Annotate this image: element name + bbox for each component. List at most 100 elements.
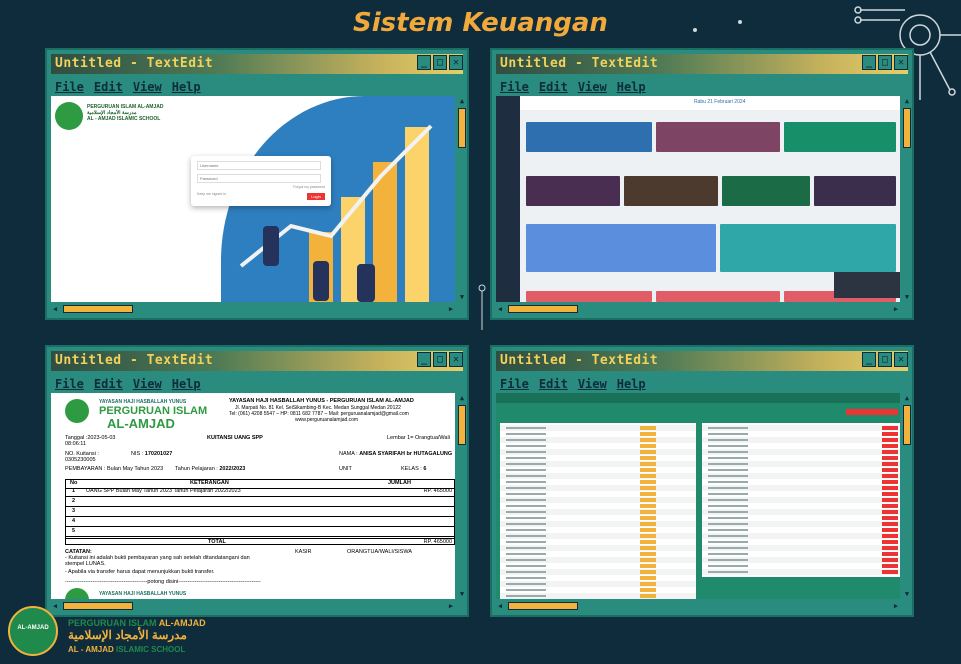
- horizontal-scrollbar[interactable]: ◀ ▶: [496, 601, 900, 611]
- row-no: 5: [72, 528, 76, 534]
- title-bar[interactable]: Untitled - TextEdit _ □ ✕: [51, 351, 463, 371]
- close-button[interactable]: ✕: [449, 352, 463, 367]
- receipt-payment: PEMBAYARAN : Bulan May Tahun 2023: [65, 466, 164, 472]
- scroll-right-icon[interactable]: ▶: [892, 304, 900, 314]
- brand-line-3: AL - AMJAD ISLAMIC SCHOOL: [87, 116, 161, 122]
- scroll-thumb[interactable]: [508, 602, 578, 610]
- row-text-line: [708, 487, 748, 489]
- menu-edit[interactable]: Edit: [94, 377, 123, 391]
- menu-help[interactable]: Help: [172, 377, 201, 391]
- scroll-thumb[interactable]: [63, 305, 133, 313]
- status-badge: [640, 540, 656, 544]
- minimize-button[interactable]: _: [417, 55, 431, 70]
- menu-file[interactable]: File: [500, 377, 529, 391]
- scroll-down-icon[interactable]: ▼: [458, 293, 466, 301]
- row-text-line: [506, 451, 546, 453]
- row-text-line: [708, 457, 748, 459]
- scroll-down-icon[interactable]: ▼: [458, 590, 466, 598]
- close-button[interactable]: ✕: [894, 55, 908, 70]
- minimize-button[interactable]: _: [862, 352, 876, 367]
- window-title: Untitled - TextEdit: [500, 353, 659, 368]
- scroll-thumb[interactable]: [458, 405, 466, 445]
- scroll-up-icon[interactable]: ▲: [903, 394, 911, 402]
- minimize-button[interactable]: _: [417, 352, 431, 367]
- maximize-button[interactable]: □: [878, 352, 892, 367]
- scroll-left-icon[interactable]: ◀: [51, 601, 59, 611]
- scroll-thumb[interactable]: [63, 602, 133, 610]
- title-bar[interactable]: Untitled - TextEdit _ □ ✕: [496, 351, 908, 371]
- menu-view[interactable]: View: [133, 80, 162, 94]
- scroll-down-icon[interactable]: ▼: [903, 293, 911, 301]
- row-text-line: [506, 577, 546, 579]
- menu-file[interactable]: File: [55, 377, 84, 391]
- menu-bar: File Edit View Help: [51, 76, 463, 94]
- scroll-right-icon[interactable]: ▶: [447, 601, 455, 611]
- vertical-scrollbar[interactable]: ▲ ▼: [457, 96, 467, 302]
- scroll-down-icon[interactable]: ▼: [903, 590, 911, 598]
- row-text-line: [708, 547, 748, 549]
- horizontal-scrollbar[interactable]: ◀ ▶: [51, 601, 455, 611]
- receipt-unit: UNIT: [339, 466, 352, 472]
- forgot-password-link[interactable]: Forgot my password: [293, 185, 325, 189]
- maximize-button[interactable]: □: [433, 352, 447, 367]
- title-bar[interactable]: Untitled - TextEdit _ □ ✕: [496, 54, 908, 74]
- status-badge: [882, 546, 898, 550]
- minimize-button[interactable]: _: [862, 55, 876, 70]
- scroll-thumb[interactable]: [458, 108, 466, 148]
- scroll-thumb[interactable]: [903, 108, 911, 148]
- remember-me[interactable]: Keep me signed in: [197, 192, 226, 196]
- col-no: No: [70, 480, 78, 486]
- scroll-up-icon[interactable]: ▲: [458, 97, 466, 105]
- status-badge: [640, 552, 656, 556]
- username-input[interactable]: [197, 161, 321, 170]
- menu-help[interactable]: Help: [617, 80, 646, 94]
- menu-edit[interactable]: Edit: [94, 80, 123, 94]
- row-text-line: [506, 523, 546, 525]
- menu-view[interactable]: View: [578, 80, 607, 94]
- menu-help[interactable]: Help: [617, 377, 646, 391]
- status-badge: [640, 528, 656, 532]
- row-text-line: [708, 517, 748, 519]
- scroll-left-icon[interactable]: ◀: [496, 601, 504, 611]
- menu-edit[interactable]: Edit: [539, 377, 568, 391]
- scroll-up-icon[interactable]: ▲: [903, 97, 911, 105]
- menu-help[interactable]: Help: [172, 80, 201, 94]
- close-icon: ✕: [452, 57, 460, 68]
- title-bar[interactable]: Untitled - TextEdit _ □ ✕: [51, 54, 463, 74]
- scroll-up-icon[interactable]: ▲: [458, 394, 466, 402]
- status-badge: [640, 594, 656, 598]
- vertical-scrollbar[interactable]: ▲ ▼: [902, 96, 912, 302]
- scroll-left-icon[interactable]: ◀: [51, 304, 59, 314]
- menu-file[interactable]: File: [55, 80, 84, 94]
- maximize-button[interactable]: □: [878, 55, 892, 70]
- person-illustration: [263, 226, 279, 266]
- row-text-line: [506, 517, 546, 519]
- scroll-thumb[interactable]: [508, 305, 578, 313]
- scroll-left-icon[interactable]: ◀: [496, 304, 504, 314]
- row-text-line: [708, 499, 748, 501]
- menu-view[interactable]: View: [578, 377, 607, 391]
- vertical-scrollbar[interactable]: ▲ ▼: [902, 393, 912, 599]
- close-button[interactable]: ✕: [894, 352, 908, 367]
- red-button[interactable]: [846, 409, 898, 415]
- close-button[interactable]: ✕: [449, 55, 463, 70]
- scroll-right-icon[interactable]: ▶: [892, 601, 900, 611]
- menu-view[interactable]: View: [133, 377, 162, 391]
- scroll-right-icon[interactable]: ▶: [447, 304, 455, 314]
- menu-file[interactable]: File: [500, 80, 529, 94]
- window-title: Untitled - TextEdit: [500, 56, 659, 71]
- vertical-scrollbar[interactable]: ▲ ▼: [457, 393, 467, 599]
- login-button[interactable]: Login: [307, 193, 325, 200]
- scroll-thumb[interactable]: [903, 405, 911, 445]
- footer-logo: AL-AMJAD: [8, 606, 58, 656]
- table-row: 4: [66, 518, 454, 527]
- menu-edit[interactable]: Edit: [539, 80, 568, 94]
- horizontal-scrollbar[interactable]: ◀ ▶: [496, 304, 900, 314]
- row-text-line: [708, 505, 748, 507]
- horizontal-scrollbar[interactable]: ◀ ▶: [51, 304, 455, 314]
- receipt-school-name: AL-AMJAD: [107, 416, 175, 431]
- window-title: Untitled - TextEdit: [55, 353, 214, 368]
- password-input[interactable]: [197, 174, 321, 183]
- maximize-button[interactable]: □: [433, 55, 447, 70]
- row-text-line: [506, 547, 546, 549]
